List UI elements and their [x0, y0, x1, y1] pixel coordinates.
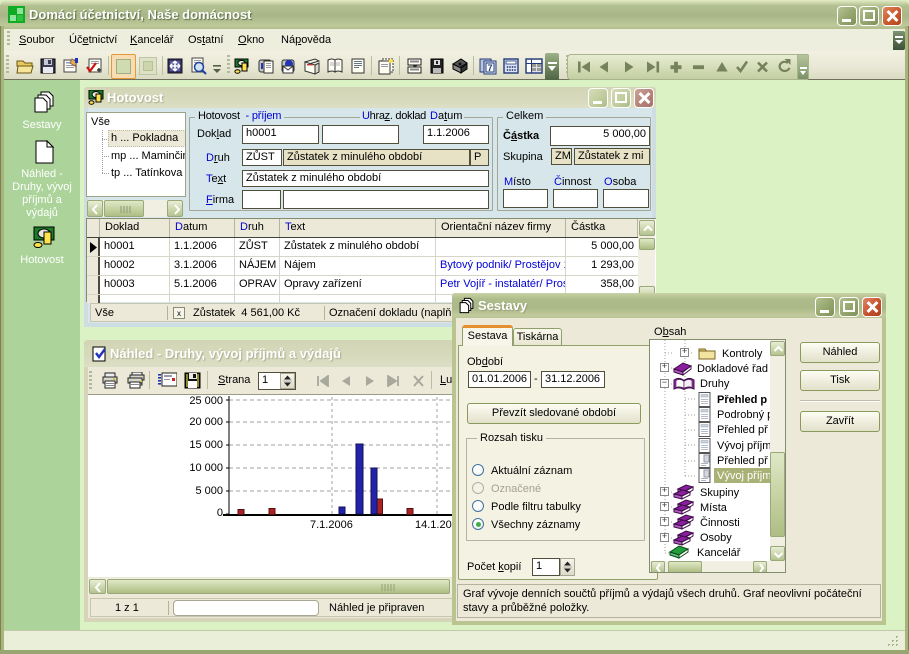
svg-text:7: 7	[488, 63, 493, 73]
